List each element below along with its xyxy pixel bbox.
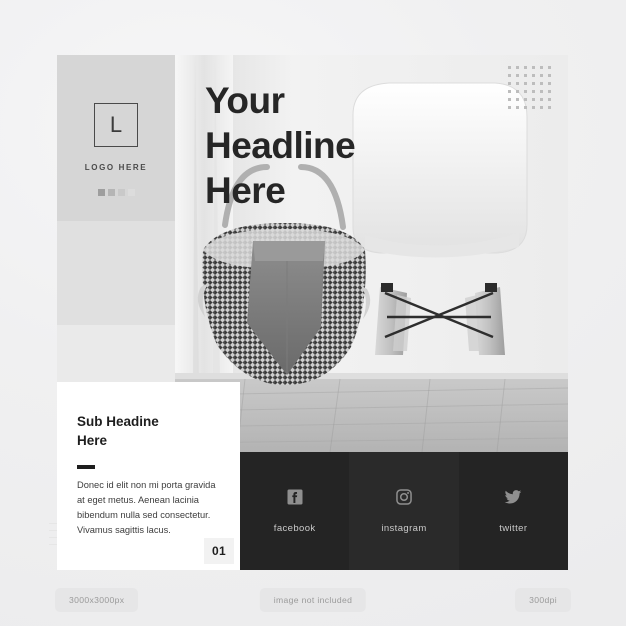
social-item-instagram[interactable]: instagram — [349, 452, 459, 570]
dot-grid-decoration — [508, 66, 551, 109]
logo-caption: LOGO HERE — [84, 163, 148, 172]
sub-headline-title: Sub Headine Here — [77, 412, 227, 450]
social-item-facebook[interactable]: facebook — [240, 452, 349, 570]
swatch-3 — [127, 189, 135, 196]
slide-number-badge: 01 — [204, 538, 234, 564]
logo-panel: L LOGO HERE — [57, 55, 175, 221]
secondary-panel — [57, 221, 175, 325]
title-divider — [77, 465, 95, 469]
swatch-0 — [97, 189, 105, 196]
headline-line-3: Here — [205, 170, 286, 212]
logo-mark: L — [94, 103, 138, 147]
twitter-icon — [505, 490, 522, 504]
pill-image-notice: image not included — [259, 588, 367, 612]
swatch-1 — [107, 189, 115, 196]
sub-headline-line-2: Here — [77, 433, 108, 449]
social-label-twitter: twitter — [499, 523, 528, 534]
mockup-canvas: L LOGO HERE Your Headline Here facebook … — [0, 0, 626, 626]
swatch-2 — [117, 189, 125, 196]
swatch-row — [57, 189, 175, 196]
sub-headline-card: Sub Headine Here Donec id elit non mi po… — [57, 382, 240, 570]
headline-line-2: Headline — [205, 125, 356, 167]
social-item-twitter[interactable]: twitter — [459, 452, 568, 570]
social-label-facebook: facebook — [273, 523, 316, 534]
sub-headline-line-1: Sub Headine — [77, 414, 159, 429]
info-pill-row: 3000x3000px image not included 300dpi — [0, 588, 626, 614]
page-title: Your Headline Here — [205, 78, 505, 213]
logo-letter: L — [109, 112, 123, 137]
instagram-icon — [396, 489, 412, 505]
card-body-text: Donec id elit non mi porta gravida at eg… — [77, 480, 216, 536]
facebook-icon — [287, 489, 303, 505]
pill-dimensions: 3000x3000px — [55, 588, 139, 612]
social-bar: facebook instagram twitter — [240, 452, 568, 570]
pill-dpi: 300dpi — [515, 588, 571, 612]
headline-line-1: Your — [205, 80, 285, 121]
social-label-instagram: instagram — [381, 523, 427, 534]
